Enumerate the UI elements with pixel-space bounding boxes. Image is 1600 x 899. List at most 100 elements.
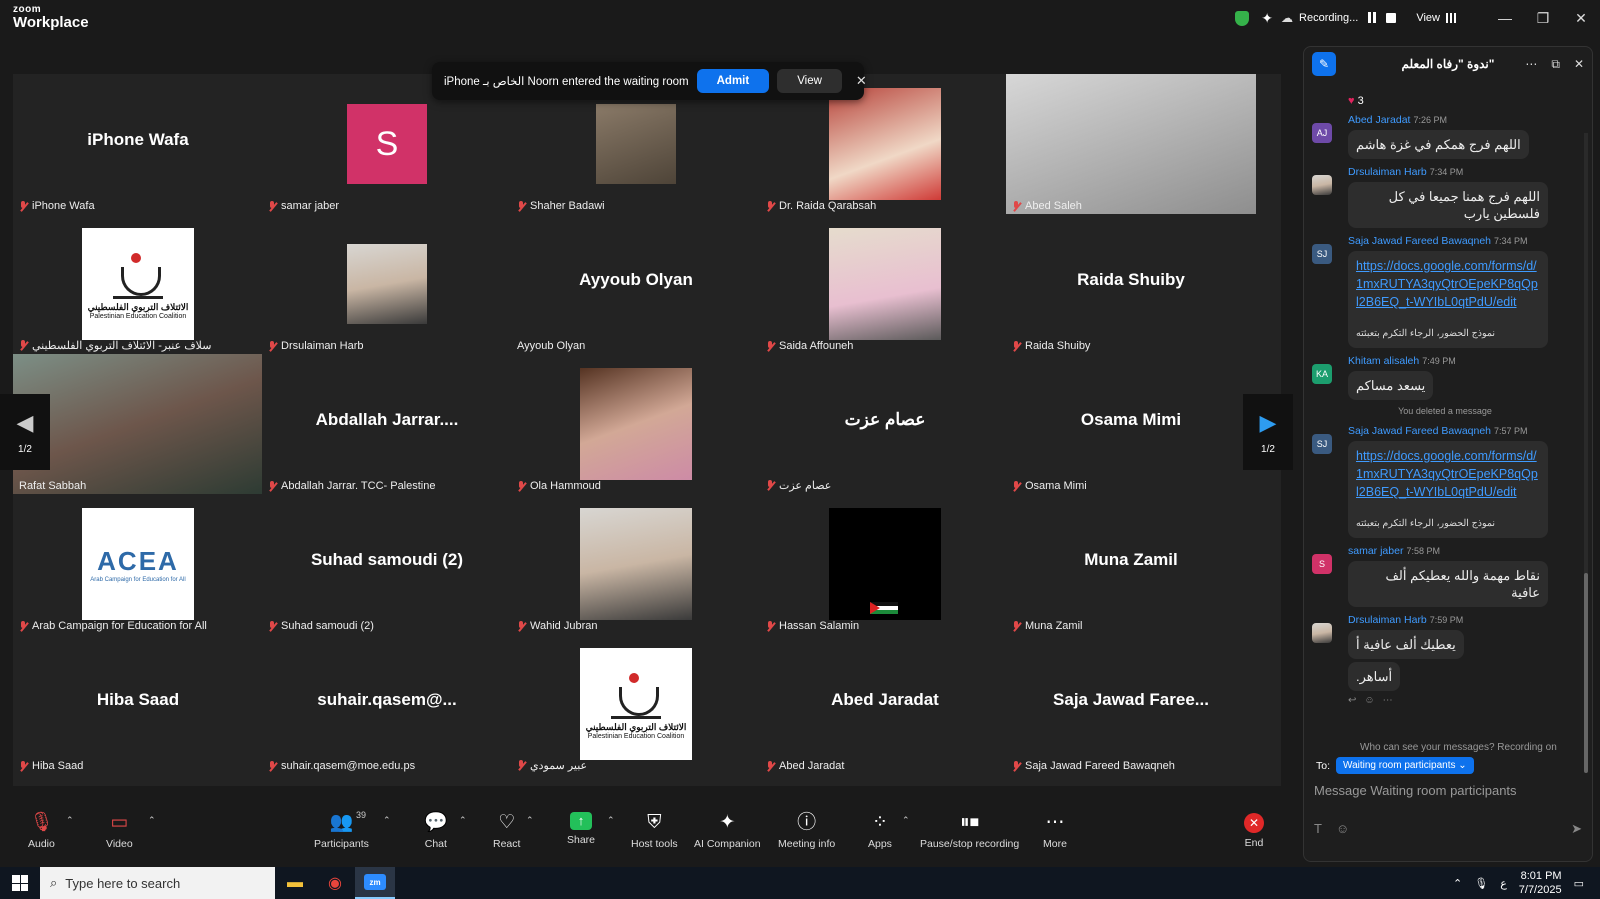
encryption-shield-icon[interactable] — [1235, 10, 1250, 26]
maximize-icon[interactable]: ❐ — [1524, 10, 1562, 27]
form-link[interactable]: https://docs.google.com/forms/d/1mxRUTYA… — [1356, 449, 1538, 499]
add-reaction-icon[interactable]: ☺ — [1364, 695, 1374, 706]
compose-icon[interactable]: ✎ — [1312, 52, 1336, 76]
format-text-icon[interactable]: T — [1314, 821, 1322, 837]
video-button[interactable]: ▭ Video — [106, 812, 133, 850]
meeting-info-button[interactable]: ⓘ Meeting info — [778, 812, 835, 850]
recipient-selector: To: Waiting room participants ⌄ — [1316, 757, 1474, 774]
waiting-room-notification: iPhone الخاص بـ Noorn entered the waitin… — [432, 62, 867, 100]
chat-message: Drsulaiman Harb 7:59 PM يعطيك ألف عافية أ أ… — [1312, 613, 1578, 706]
tray-chevron-icon[interactable]: ⌃ — [1453, 877, 1462, 890]
ai-companion-button[interactable]: ✦ AI Companion — [694, 812, 761, 850]
video-options-caret[interactable]: ⌃ — [148, 815, 156, 826]
audio-button[interactable]: 🎙 Audio — [28, 812, 55, 850]
participant-tile[interactable]: iPhone Wafa iPhone Wafa — [13, 74, 263, 214]
participant-tile[interactable]: Osama Mimi Osama Mimi — [1006, 354, 1256, 494]
host-tools-button[interactable]: ⛨ Host tools — [631, 812, 678, 850]
close-icon[interactable]: ✕ — [1574, 57, 1584, 72]
participant-tile[interactable]: Abed Saleh — [1006, 74, 1256, 214]
react-options-caret[interactable]: ⌃ — [526, 815, 534, 826]
end-meeting-button[interactable]: ✕ End — [1244, 812, 1264, 849]
audio-options-caret[interactable]: ⌃ — [66, 815, 74, 826]
participants-options-caret[interactable]: ⌃ — [383, 815, 391, 826]
system-clock[interactable]: 8:01 PM 7/7/2025 — [1519, 869, 1562, 897]
participant-tile[interactable]: suhair.qasem@... suhair.qasem@moe.edu.ps — [262, 634, 512, 774]
message-author: Abed Jaradat — [1348, 114, 1411, 126]
pause-recording-icon[interactable] — [1366, 12, 1378, 24]
participant-name: Hiba Saad — [32, 760, 84, 772]
avatar: SJ — [1312, 244, 1332, 264]
admit-button[interactable]: Admit — [696, 69, 770, 93]
language-indicator[interactable]: ع — [1500, 877, 1507, 890]
share-button[interactable]: ↑ Share — [567, 812, 595, 846]
file-explorer-icon[interactable]: ▬ — [275, 867, 315, 899]
share-screen-icon: ↑ — [570, 812, 593, 830]
windows-start-icon[interactable] — [12, 875, 28, 891]
taskbar-search[interactable]: ⌕ Type here to search — [40, 867, 275, 899]
send-icon[interactable]: ➤ — [1571, 821, 1582, 837]
more-button[interactable]: ⋯ More — [1043, 812, 1067, 850]
participant-name: samar jaber — [281, 200, 340, 212]
participant-name: Osama Mimi — [1025, 480, 1087, 492]
chrome-icon[interactable]: ◉ — [315, 867, 355, 899]
participant-tile[interactable]: Ola Hammoud — [511, 354, 761, 494]
recipient-dropdown[interactable]: Waiting room participants ⌄ — [1336, 757, 1474, 774]
participant-tile[interactable]: Drsulaiman Harb — [262, 214, 512, 354]
participant-tile[interactable]: Hassan Salamin — [760, 494, 1010, 634]
participant-name: Shaher Badawi — [530, 200, 605, 212]
previous-page-button[interactable]: ◀ 1/2 — [0, 394, 50, 470]
reaction-badge[interactable]: ♥ 3 — [1312, 95, 1578, 107]
message-list[interactable]: ♥ 3 AJ Abed Jaradat 7:26 PM اللهم فرج همكم … — [1312, 81, 1578, 745]
close-icon[interactable]: ✕ — [856, 73, 867, 89]
message-input[interactable]: Message Waiting room participants — [1314, 783, 1517, 798]
zoom-app-icon[interactable]: zm — [355, 867, 395, 899]
close-icon[interactable]: ✕ — [1562, 10, 1600, 27]
participant-tile[interactable]: ACEA Arab Campaign for Education for All A… — [13, 494, 263, 634]
emoji-icon[interactable]: ☺ — [1336, 821, 1349, 837]
chat-scrollbar[interactable] — [1584, 133, 1588, 773]
next-page-button[interactable]: ▶ 1/2 — [1243, 394, 1293, 470]
message-caption: نموذج الحضور، الرجاء التكرم بتعبئته — [1356, 518, 1495, 529]
react-button[interactable]: ♡ React — [493, 812, 520, 850]
notifications-icon[interactable]: ▭ — [1574, 877, 1584, 890]
minimize-icon[interactable]: — — [1486, 10, 1524, 27]
participant-tile[interactable]: Muna Zamil Muna Zamil — [1006, 494, 1256, 634]
participant-tile[interactable]: Raida Shuiby Raida Shuiby — [1006, 214, 1256, 354]
microphone-tray-icon[interactable]: 🎙 — [1474, 877, 1488, 890]
participant-tile[interactable]: Saja Jawad Faree... Saja Jawad Fareed Baw… — [1006, 634, 1256, 774]
participant-tile[interactable]: Abdallah Jarrar.... Abdallah Jarrar. TCC-… — [262, 354, 512, 494]
participant-tile[interactable]: Abed Jaradat Abed Jaradat — [760, 634, 1010, 774]
active-speaker-tile[interactable]: Rafat Sabbah — [13, 354, 263, 494]
participants-button[interactable]: 👥 Participants — [314, 812, 369, 850]
participant-tile[interactable]: Ayyoub Olyan Ayyoub Olyan — [511, 214, 761, 354]
reply-icon[interactable]: ↩ — [1348, 695, 1356, 706]
chevron-down-icon: ⌄ — [1458, 760, 1467, 771]
participant-tile[interactable]: Hiba Saad Hiba Saad — [13, 634, 263, 774]
apps-options-caret[interactable]: ⌃ — [902, 815, 910, 826]
ai-sparkle-icon[interactable]: ✦ — [1261, 10, 1273, 27]
more-options-icon[interactable]: ⋯ — [1525, 57, 1537, 72]
apps-button[interactable]: ⁘ Apps — [868, 812, 892, 850]
participant-tile[interactable]: Suhad samoudi (2) Suhad samoudi (2) — [262, 494, 512, 634]
profile-photo — [596, 104, 676, 184]
participant-tile[interactable]: الائتلاف التربوي الفلسطيني Palestinian Ed… — [13, 214, 263, 354]
notification-text: iPhone الخاص بـ Noorn entered the waitin… — [444, 76, 689, 88]
more-icon[interactable]: ⋯ — [1383, 695, 1393, 706]
muted-mic-icon — [268, 340, 277, 352]
participant-tile[interactable]: Wahid Jubran — [511, 494, 761, 634]
stop-recording-icon[interactable] — [1386, 13, 1397, 23]
chat-options-caret[interactable]: ⌃ — [459, 815, 467, 826]
visibility-notice[interactable]: Who can see your messages? Recording on — [1360, 742, 1557, 753]
avatar: S — [1312, 554, 1332, 574]
video-gallery: iPhone Wafa iPhone Wafa Ssamar jaber Shah… — [13, 74, 1281, 786]
form-link[interactable]: https://docs.google.com/forms/d/1mxRUTYA… — [1356, 259, 1538, 309]
pop-out-icon[interactable]: ⧉ — [1551, 57, 1560, 72]
participant-tile[interactable]: عصام عزت عصام عزت — [760, 354, 1010, 494]
participant-tile[interactable]: الائتلاف التربوي الفلسطيني Palestinian Ed… — [511, 634, 761, 774]
chat-button[interactable]: 💬 Chat — [424, 812, 448, 850]
share-options-caret[interactable]: ⌃ — [607, 815, 615, 826]
pause-stop-recording-button[interactable]: ⏸⏹ Pause/stop recording — [920, 812, 1019, 850]
view-waiting-room-button[interactable]: View — [777, 69, 842, 93]
view-button[interactable]: View — [1416, 12, 1456, 24]
participant-tile[interactable]: Saida Affouneh — [760, 214, 1010, 354]
